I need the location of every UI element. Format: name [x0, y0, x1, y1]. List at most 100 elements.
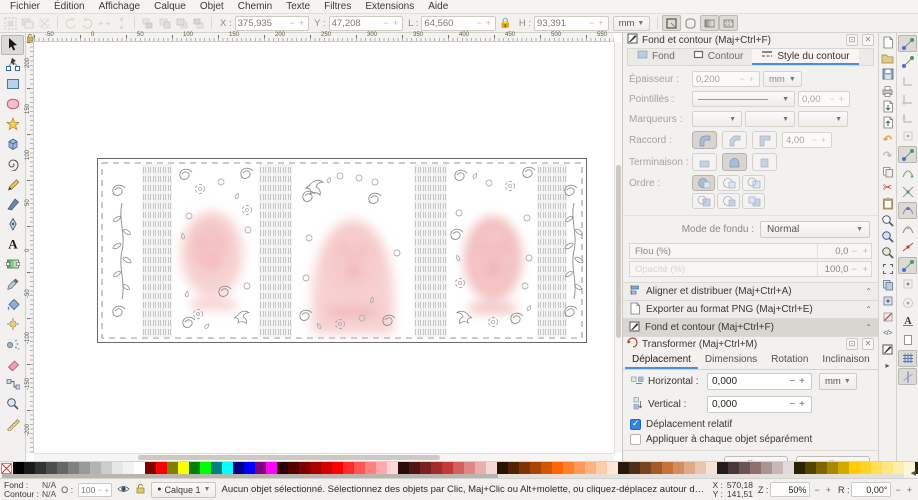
marker-mid-dropdown[interactable]: ▼: [745, 111, 795, 127]
palette-swatch[interactable]: [761, 462, 772, 474]
palette-swatch[interactable]: [343, 462, 354, 474]
snap-smooth-icon[interactable]: [898, 220, 917, 237]
menu-texte[interactable]: Texte: [279, 1, 317, 12]
paste-icon[interactable]: [880, 197, 895, 211]
cap-butt-button[interactable]: [692, 153, 717, 171]
menu-extensions[interactable]: Extensions: [358, 1, 421, 12]
palette-swatch[interactable]: [222, 462, 233, 474]
palette-swatch[interactable]: [860, 462, 871, 474]
stroke-width-unit-dropdown[interactable]: mm▼: [763, 71, 802, 87]
spiral-tool[interactable]: [1, 155, 24, 175]
palette-swatch[interactable]: [849, 462, 860, 474]
palette-swatch[interactable]: [673, 462, 684, 474]
no-color-swatch[interactable]: [0, 462, 13, 474]
stroke-width-input[interactable]: 0,200−+: [692, 71, 760, 87]
dash-pattern-dropdown[interactable]: ▼: [692, 91, 795, 107]
palette-swatch[interactable]: [585, 462, 596, 474]
snap-enable-icon[interactable]: [898, 35, 917, 52]
palette-swatch[interactable]: [783, 462, 794, 474]
text-tool[interactable]: A: [1, 235, 24, 255]
menu-edition[interactable]: Édition: [47, 1, 92, 12]
order-button-5[interactable]: [717, 193, 740, 209]
object-opacity-input[interactable]: 100−+: [78, 483, 112, 497]
palette-swatch[interactable]: [772, 462, 783, 474]
dropper-tool[interactable]: [1, 275, 24, 295]
deselect-icon[interactable]: [36, 15, 53, 31]
calligraphy-tool[interactable]: [1, 195, 24, 215]
zoom-drawing-icon[interactable]: [880, 229, 895, 243]
order-button-3[interactable]: [742, 175, 765, 191]
redo-icon[interactable]: ↷: [880, 148, 895, 162]
zoom-control[interactable]: Z : 50% −+: [758, 482, 833, 497]
palette-swatch[interactable]: [24, 462, 35, 474]
eraser-tool[interactable]: [1, 355, 24, 375]
move-patterns-icon[interactable]: [719, 15, 738, 31]
palette-swatch[interactable]: [398, 462, 409, 474]
cap-square-button[interactable]: [752, 153, 777, 171]
palette-swatch[interactable]: [431, 462, 442, 474]
palette-menu-arrow[interactable]: ◀: [911, 469, 916, 477]
palette-swatch[interactable]: [486, 462, 497, 474]
ellipse-tool[interactable]: [1, 95, 24, 115]
palette-swatch[interactable]: [794, 462, 805, 474]
palette-swatch[interactable]: [739, 462, 750, 474]
zoom-selection-icon[interactable]: [880, 213, 895, 227]
palette-swatch[interactable]: [365, 462, 376, 474]
palette-swatch[interactable]: [893, 462, 904, 474]
palette-swatch[interactable]: [200, 462, 211, 474]
palette-swatch[interactable]: [266, 462, 277, 474]
cut-icon[interactable]: ✂: [880, 181, 895, 195]
fill-stroke-indicator[interactable]: Fond :N/A Contour :N/A: [4, 481, 56, 499]
open-folder-icon[interactable]: [880, 51, 895, 65]
transform-float-button[interactable]: ⊡: [846, 338, 858, 350]
palette-swatch[interactable]: [508, 462, 519, 474]
blur-slider[interactable]: Flou (%) 0,0−+: [629, 243, 872, 259]
duplicate-icon[interactable]: [880, 278, 895, 292]
palette-swatch[interactable]: [299, 462, 310, 474]
palette-swatch[interactable]: [827, 462, 838, 474]
transform-tab-inclinaison[interactable]: Inclinaison: [815, 351, 876, 369]
clone-icon[interactable]: [880, 294, 895, 308]
raise-top-icon[interactable]: [190, 15, 207, 31]
marker-start-dropdown[interactable]: ▼: [692, 111, 742, 127]
dock-section-aligner[interactable]: Aligner et distribuer (Maj+Ctrl+A)⌃: [623, 282, 878, 300]
node-tool[interactable]: [1, 55, 24, 75]
miter-limit-input[interactable]: 4,00−+: [782, 132, 832, 148]
palette-swatch[interactable]: [68, 462, 79, 474]
raise-icon[interactable]: [173, 15, 190, 31]
palette-swatch[interactable]: [310, 462, 321, 474]
unit-dropdown[interactable]: mm▼: [613, 16, 651, 31]
box3d-tool[interactable]: [1, 135, 24, 155]
palette-swatch[interactable]: [57, 462, 68, 474]
tweak-tool[interactable]: [1, 315, 24, 335]
transform-tab-dimensions[interactable]: Dimensions: [698, 351, 764, 369]
palette-swatch[interactable]: [651, 462, 662, 474]
order-button-4[interactable]: [692, 193, 715, 209]
copy-icon[interactable]: [880, 165, 895, 179]
palette-swatch[interactable]: [695, 462, 706, 474]
palette-swatch[interactable]: [871, 462, 882, 474]
snap-text-baseline-icon[interactable]: A: [898, 313, 917, 330]
join-miter-button[interactable]: [752, 131, 777, 149]
connector-tool[interactable]: [1, 375, 24, 395]
palette-swatch[interactable]: [519, 462, 530, 474]
measure-tool[interactable]: [1, 415, 24, 435]
save-icon[interactable]: [880, 67, 895, 81]
x-position-input[interactable]: 375,935−+: [235, 16, 310, 31]
snap-bbox-edge-icon[interactable]: [898, 72, 917, 89]
palette-swatch[interactable]: [541, 462, 552, 474]
snap-bbox-corner-icon[interactable]: [898, 91, 917, 108]
vertical-scrollbar-thumb[interactable]: [616, 165, 621, 338]
flip-vertical-icon[interactable]: [113, 15, 130, 31]
snap-intersection-icon[interactable]: [898, 183, 917, 200]
palette-swatch[interactable]: [35, 462, 46, 474]
palette-swatch[interactable]: [640, 462, 651, 474]
palette-swatch[interactable]: [145, 462, 156, 474]
palette-swatch[interactable]: [134, 462, 145, 474]
transform-tab-déplacement[interactable]: Déplacement: [625, 351, 698, 369]
palette-scrollbar[interactable]: [2, 474, 904, 478]
palette-swatch[interactable]: [211, 462, 222, 474]
vertical-scrollbar[interactable]: [614, 42, 622, 453]
palette-swatch[interactable]: [882, 462, 893, 474]
join-bevel-button[interactable]: [722, 131, 747, 149]
